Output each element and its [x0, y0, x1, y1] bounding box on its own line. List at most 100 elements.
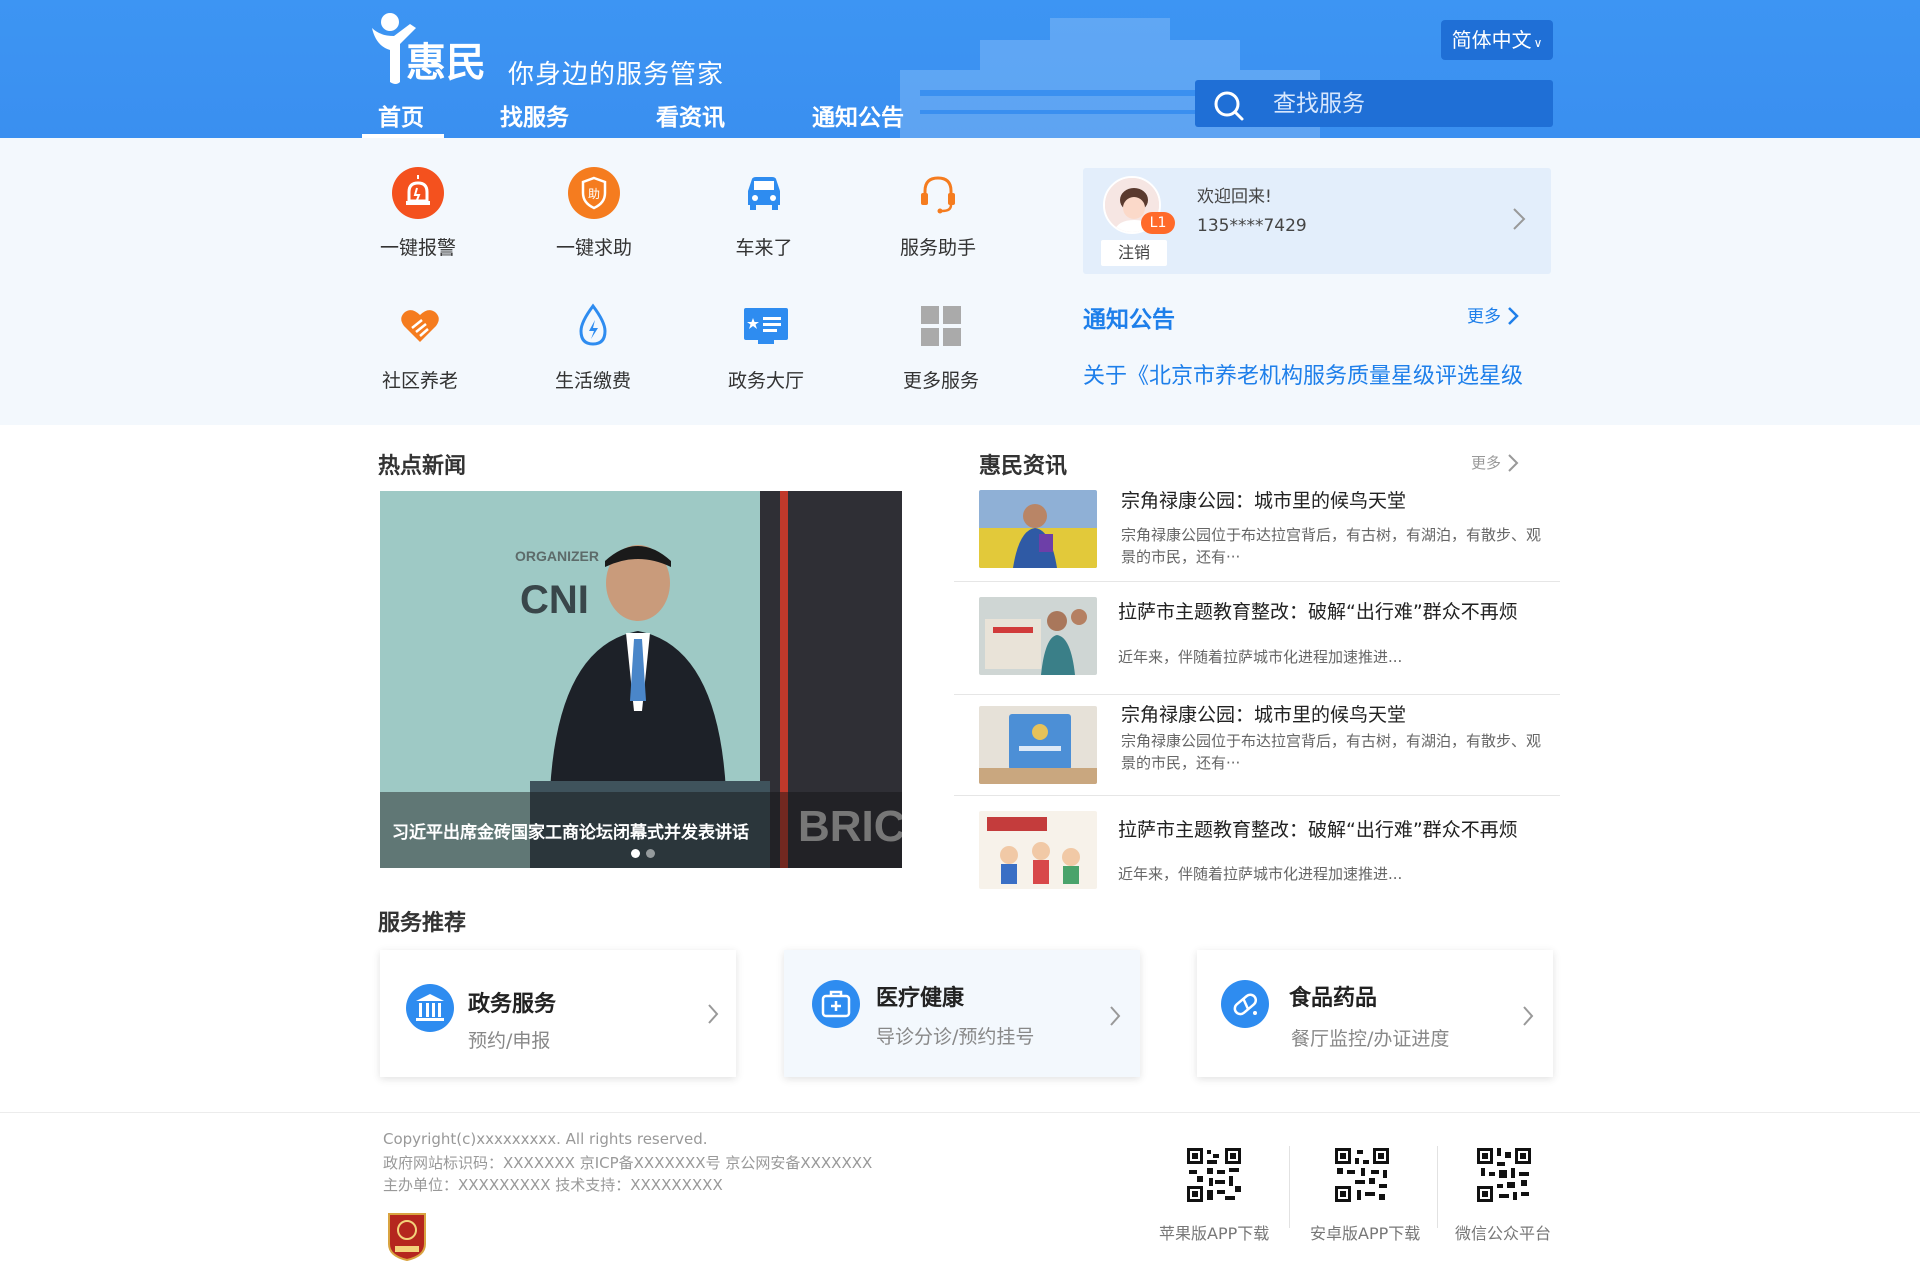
svg-text:ORGANIZER: ORGANIZER: [515, 548, 599, 564]
language-selector[interactable]: 简体中文 ∨: [1441, 20, 1553, 60]
quick-item-label: 社区养老: [381, 370, 458, 392]
chevron-right-icon: [1513, 208, 1526, 230]
logout-button[interactable]: 注销: [1101, 240, 1167, 266]
quick-item-label: 一键报警: [379, 237, 456, 259]
chevron-right-icon: [1523, 1006, 1534, 1026]
info-item-title: 拉萨市主题教育整改：破解“出行难”群众不再烦: [1118, 819, 1518, 841]
info-thumbnail: [979, 706, 1097, 784]
quick-item-bus[interactable]: 车来了: [704, 165, 824, 260]
user-phone: 135****7429: [1197, 216, 1307, 236]
qr-label-ios[interactable]: 苹果版APP下载: [1159, 1220, 1269, 1244]
service-card-sub: 餐厅监控/办证进度: [1291, 1028, 1450, 1050]
quick-item-help[interactable]: 助 一键求助: [534, 165, 654, 260]
welcome-text: 欢迎回来!: [1197, 187, 1272, 207]
pill-icon: [1221, 980, 1269, 1028]
divider: [954, 694, 1560, 695]
svg-text:CNI: CNI: [520, 578, 589, 622]
quick-item-more[interactable]: 更多服务: [881, 298, 1001, 393]
info-item-title: 拉萨市主题教育整改：破解“出行难”群众不再烦: [1118, 601, 1518, 623]
notice-section-title: 通知公告: [1083, 307, 1175, 333]
quick-item-label: 政务大厅: [727, 370, 804, 392]
huimin-info-title: 惠民资讯: [979, 454, 1068, 479]
quick-item-gov-hall[interactable]: 政务大厅: [706, 298, 826, 393]
info-more-link[interactable]: 更多: [1471, 452, 1519, 473]
medical-kit-icon: [812, 980, 860, 1028]
search-input[interactable]: [1273, 80, 1543, 127]
quick-item-label: 生活缴费: [554, 370, 631, 392]
chevron-right-icon: [1508, 307, 1519, 325]
footer-separator: [1289, 1146, 1290, 1228]
recommend-title: 服务推荐: [378, 911, 467, 936]
help-shield-icon: 助: [568, 167, 620, 219]
info-thumbnail: [979, 811, 1097, 889]
qr-label-wechat[interactable]: 微信公众平台: [1455, 1220, 1551, 1244]
bank-icon: [406, 984, 454, 1032]
quick-item-label: 更多服务: [902, 370, 979, 392]
service-card-name: 政务服务: [468, 992, 557, 1017]
quick-item-elderly-care[interactable]: 社区养老: [360, 298, 480, 393]
user-card[interactable]: L1 注销 欢迎回来! 135****7429: [1083, 168, 1551, 274]
notice-more-link[interactable]: 更多: [1467, 302, 1519, 327]
info-list-item[interactable]: 宗角禄康公园：城市里的候鸟天堂 宗角禄康公园位于布达拉宫背后，有古树，有湖泊，有…: [954, 484, 1560, 582]
nav-news[interactable]: 看资讯: [656, 98, 725, 132]
search-icon: [1214, 91, 1244, 121]
chevron-down-icon: ∨: [1533, 36, 1543, 50]
top-header: 惠民 你身边的服务管家 简体中文∨ 首页 找服务 看资讯 通知公告: [0, 0, 1920, 138]
carousel-dot-active[interactable]: [631, 849, 640, 858]
hot-news-title: 热点新闻: [378, 454, 467, 479]
huimin-logo: 惠民: [372, 13, 486, 86]
svg-text:惠民: 惠民: [406, 40, 486, 86]
nav-notices[interactable]: 通知公告: [812, 98, 904, 132]
divider: [954, 795, 1560, 796]
quick-item-bills[interactable]: 生活缴费: [533, 298, 653, 393]
heart-hand-icon: [401, 310, 439, 342]
icp-text: 政府网站标识码：XXXXXXX 京ICP备XXXXXXX号 京公网安备XXXXX…: [383, 1154, 873, 1172]
quick-item-assistant[interactable]: 服务助手: [878, 165, 998, 260]
service-card-sub: 预约/申报: [468, 1030, 551, 1052]
svg-text:助: 助: [588, 187, 600, 201]
info-list-item[interactable]: 拉萨市主题教育整改：破解“出行难”群众不再烦 近年来，伴随着拉萨城市化进程加速推…: [954, 797, 1560, 897]
quick-item-label: 服务助手: [899, 237, 976, 259]
info-list-item[interactable]: 宗角禄康公园：城市里的候鸟天堂 宗角禄康公园位于布达拉宫背后，有古树，有湖泊，有…: [954, 696, 1560, 796]
notice-more-label: 更多: [1467, 307, 1501, 327]
gov-hall-icon: [744, 308, 788, 344]
info-list-item[interactable]: 拉萨市主题教育整改：破解“出行难”群众不再烦 近年来，伴随着拉萨城市化进程加速推…: [954, 583, 1560, 695]
qr-code-android[interactable]: [1333, 1146, 1391, 1204]
footer-separator: [1437, 1146, 1438, 1228]
carousel-dot[interactable]: [646, 849, 655, 858]
notice-item-link[interactable]: 关于《北京市养老机构服务质量星级评选星级: [1083, 358, 1543, 390]
carousel-dots: [628, 843, 658, 862]
news-caption: 习近平出席金砖国家工商论坛闭幕式并发表讲话: [392, 823, 749, 843]
service-card-name: 医疗健康: [876, 986, 965, 1011]
alarm-icon: [392, 167, 444, 219]
search-box[interactable]: [1195, 80, 1553, 127]
service-card-food-drug[interactable]: 食品药品 餐厅监控/办证进度: [1197, 950, 1553, 1077]
qr-label-android[interactable]: 安卓版APP下载: [1310, 1220, 1420, 1244]
info-item-desc: 宗角禄康公园位于布达拉宫背后，有古树，有湖泊，有散步、观景的市民，还有···: [1121, 526, 1542, 566]
chevron-right-icon: [708, 1004, 719, 1024]
qr-code-wechat[interactable]: [1475, 1146, 1533, 1204]
quick-item-label: 一键求助: [555, 237, 632, 259]
qr-code-ios[interactable]: [1185, 1146, 1243, 1204]
nav-find-service[interactable]: 找服务: [500, 98, 569, 132]
copyright-text: Copyright(c)xxxxxxxxx. All rights reserv…: [383, 1130, 708, 1148]
car-icon: [748, 177, 780, 210]
chevron-right-icon: [1508, 454, 1519, 472]
hot-news-carousel[interactable]: ORGANIZER CNI BRICS 习近平出席金砖国家工商论坛闭幕式并发表讲…: [380, 491, 902, 868]
service-card-gov[interactable]: 政务服务 预约/申报: [380, 950, 736, 1077]
nav-home[interactable]: 首页: [378, 98, 424, 132]
service-card-name: 食品药品: [1289, 986, 1378, 1011]
headset-icon: [921, 176, 955, 214]
grid-icon: [921, 306, 961, 346]
user-level-badge: L1: [1141, 212, 1175, 234]
site-slogan: 你身边的服务管家: [508, 60, 725, 90]
quick-item-alarm[interactable]: 一键报警: [358, 165, 478, 260]
chevron-right-icon: [1110, 1006, 1121, 1026]
service-card-medical[interactable]: 医疗健康 导诊分诊/预约挂号: [784, 950, 1140, 1077]
party-gov-badge-icon[interactable]: [385, 1210, 429, 1262]
info-thumbnail: [979, 597, 1097, 675]
info-item-desc: 宗角禄康公园位于布达拉宫背后，有古树，有湖泊，有散步、观景的市民，还有···: [1121, 732, 1542, 772]
info-item-desc: 近年来，伴随着拉萨城市化进程加速推进...: [1118, 865, 1403, 883]
organizer-text: 主办单位：XXXXXXXXX 技术支持：XXXXXXXXX: [383, 1176, 723, 1194]
info-item-title: 宗角禄康公园：城市里的候鸟天堂: [1121, 704, 1407, 726]
